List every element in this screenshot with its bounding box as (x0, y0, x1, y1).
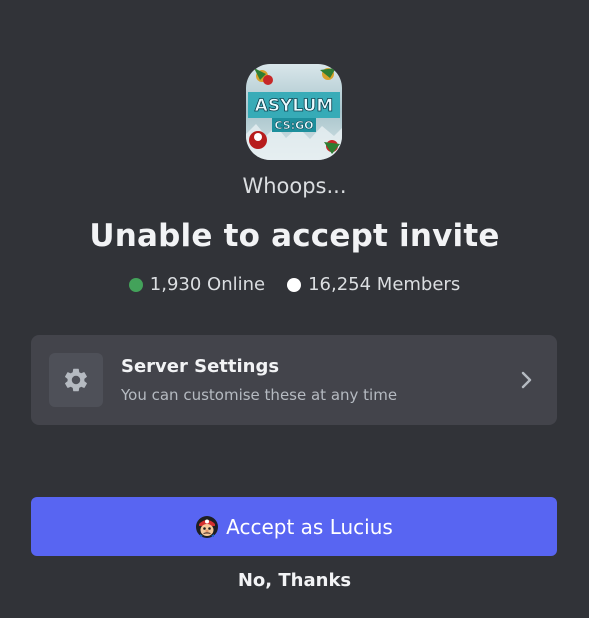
member-count: 16,254 Members (308, 274, 461, 295)
server-settings-subtitle: You can customise these at any time (121, 386, 398, 404)
online-count: 1,930 Online (149, 274, 266, 295)
server-settings-title: Server Settings (121, 356, 280, 377)
server-stats: 1,930 Online 16,254 Members (0, 274, 589, 295)
accept-button-label: Accept as Lucius (226, 514, 393, 539)
accept-invite-button[interactable]: Accept as Lucius (31, 497, 557, 556)
chevron-right-icon (521, 371, 532, 389)
server-icon-text-top: ASYLUM (255, 96, 334, 116)
avatar (196, 515, 219, 538)
server-icon-text-bottom: CS:GO (275, 119, 314, 132)
server-settings-card[interactable]: Server Settings You can customise these … (31, 335, 557, 425)
gear-icon (49, 353, 103, 407)
invite-page: ASYLUM CS:GO Whoops... Unable to accept … (0, 0, 589, 618)
server-icon: ASYLUM CS:GO (246, 64, 342, 160)
members-stat: 16,254 Members (287, 274, 460, 295)
online-dot-icon (128, 277, 143, 292)
decline-invite-button[interactable]: No, Thanks (0, 570, 589, 591)
members-dot-icon (287, 277, 302, 292)
invite-subtitle: Whoops... (242, 174, 347, 198)
invite-title: Unable to accept invite (89, 218, 500, 254)
online-stat: 1,930 Online (128, 274, 266, 295)
